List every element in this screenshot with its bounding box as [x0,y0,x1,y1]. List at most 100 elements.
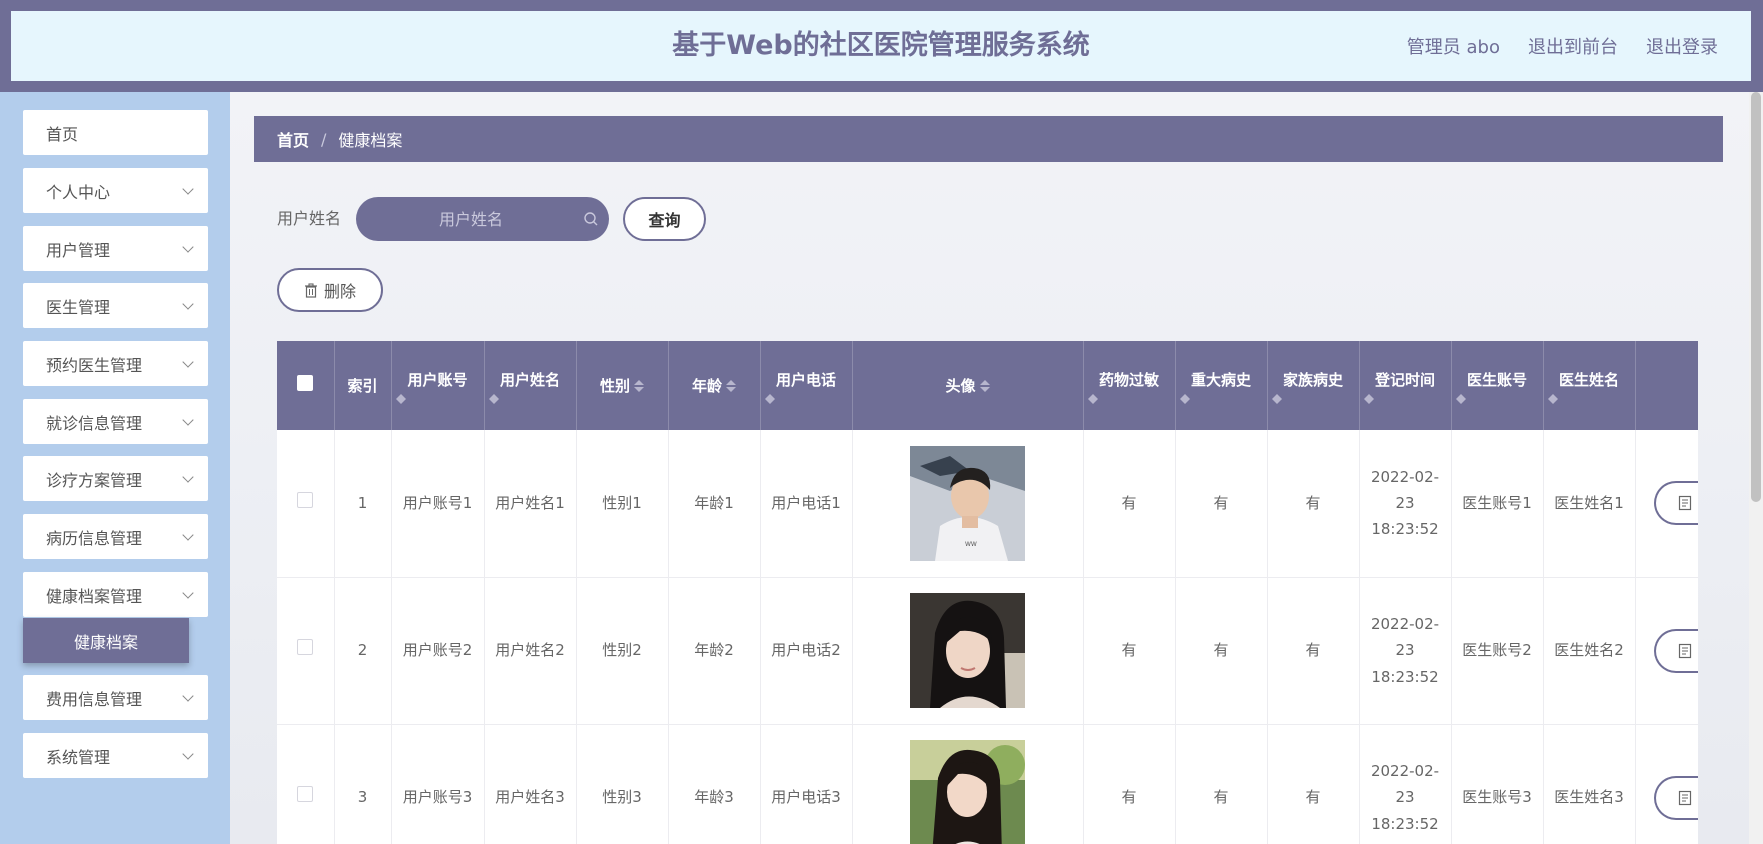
column-header-register-time[interactable]: 登记时间 [1359,341,1452,430]
cell-allergy: 有 [1083,724,1176,844]
sort-icon[interactable] [1271,393,1355,404]
cell-actions [1635,430,1698,578]
sidebar-item-system-management[interactable]: 系统管理 [23,733,208,778]
sidebar-item-medical-record-management[interactable]: 病历信息管理 [23,514,208,559]
row-checkbox[interactable] [297,786,314,803]
chevron-down-icon [182,297,194,310]
cell-doctor-name: 医生姓名3 [1543,724,1636,844]
sort-icon[interactable] [634,380,644,392]
sidebar-item-doctor-management[interactable]: 医生管理 [23,283,208,328]
query-button[interactable]: 查询 [623,197,706,241]
sidebar-item-label: 诊疗方案管理 [46,470,143,490]
sidebar-item-home[interactable]: 首页 [23,110,208,155]
sort-icon[interactable] [726,380,736,392]
column-header-label: 家族病史 [1282,370,1343,389]
trash-icon [304,282,317,298]
column-header-label: 医生姓名 [1558,370,1619,389]
column-header-allergy[interactable]: 药物过敏 [1083,341,1176,430]
select-all-checkbox[interactable] [297,374,314,391]
sidebar-item-fee-management[interactable]: 费用信息管理 [23,675,208,720]
column-header-avatar[interactable]: 头像 [852,341,1084,430]
cell-doctor-name: 医生姓名1 [1543,430,1636,578]
cell-account: 用户账号2 [391,577,485,725]
sort-icon[interactable] [1179,393,1263,404]
detail-button[interactable] [1653,628,1698,673]
breadcrumb-home[interactable]: 首页 [277,127,309,151]
sort-icon[interactable] [979,380,990,392]
sidebar-item-appointment-management[interactable]: 预约医生管理 [23,341,208,386]
header: 基于Web的社区医院管理服务系统 管理员 abo 退出到前台 退出登录 [11,11,1751,81]
cell-age: 年龄2 [668,577,761,725]
sidebar-item-health-record-management[interactable]: 健康档案管理 [23,572,208,617]
column-header-label: 医生账号 [1466,370,1527,389]
cell-major-history: 有 [1175,430,1268,578]
logout-link[interactable]: 退出登录 [1646,33,1718,59]
header-links: 管理员 abo 退出到前台 退出登录 [1407,11,1718,81]
select-all-cell [277,341,335,430]
row-select-cell [277,724,335,844]
column-header-doctor-account[interactable]: 医生账号 [1451,341,1544,430]
sidebar-item-user-management[interactable]: 用户管理 [23,226,208,271]
column-header-label: 性别 [599,376,630,395]
row-checkbox[interactable] [297,639,314,656]
column-header-gender[interactable]: 性别 [576,341,669,430]
search-input[interactable] [356,197,566,241]
cell-age: 年龄1 [668,430,761,578]
cell-doctor-account: 医生账号3 [1451,724,1544,844]
sort-icon[interactable] [1455,393,1539,404]
health-record-table: 索引 用户账号 用户姓名 性别 年龄 用户电话 头像 药物过敏 重大病史 家族病… [277,341,1698,844]
cell-index: 2 [334,577,392,725]
sidebar-item-label: 预约医生管理 [46,355,143,375]
column-header-doctor-name[interactable]: 医生姓名 [1543,341,1636,430]
chevron-down-icon [182,182,194,195]
column-header-account[interactable]: 用户账号 [391,341,485,430]
sort-icon[interactable] [764,393,848,404]
cell-allergy: 有 [1083,577,1176,725]
avatar[interactable] [910,593,1025,708]
avatar[interactable] [910,740,1025,844]
cell-index: 1 [334,430,392,578]
column-header-family-history[interactable]: 家族病史 [1267,341,1360,430]
cell-allergy: 有 [1083,430,1176,578]
chevron-down-icon [182,470,194,483]
document-icon [1678,643,1691,658]
admin-label[interactable]: 管理员 abo [1407,33,1500,59]
sort-icon[interactable] [1087,393,1171,404]
row-checkbox[interactable] [297,492,314,509]
cell-family-history: 有 [1267,430,1360,578]
sort-icon[interactable] [1547,393,1631,404]
column-header-name[interactable]: 用户姓名 [484,341,577,430]
cell-account: 用户账号3 [391,724,485,844]
column-header-major-history[interactable]: 重大病史 [1175,341,1268,430]
chevron-down-icon [182,747,194,760]
column-header-age[interactable]: 年龄 [668,341,761,430]
detail-button[interactable] [1653,481,1698,526]
sidebar-item-visit-management[interactable]: 就诊信息管理 [23,399,208,444]
sidebar-item-label: 费用信息管理 [46,689,143,709]
vertical-scrollbar[interactable] [1749,92,1763,844]
column-header-label: 年龄 [691,376,722,395]
sort-icon[interactable] [1363,393,1447,404]
sidebar-subitem-health-record[interactable]: 健康档案 [23,618,189,663]
cell-family-history: 有 [1267,577,1360,725]
detail-button[interactable] [1653,775,1698,820]
sidebar-item-treatment-plan-management[interactable]: 诊疗方案管理 [23,456,208,501]
scrollbar-thumb[interactable] [1751,92,1761,502]
cell-age: 年龄3 [668,724,761,844]
sidebar-item-personal-center[interactable]: 个人中心 [23,168,208,213]
back-to-front-link[interactable]: 退出到前台 [1528,33,1618,59]
breadcrumb-current: 健康档案 [338,131,403,150]
sort-icon[interactable] [488,393,572,404]
column-header-phone[interactable]: 用户电话 [760,341,853,430]
cell-major-history: 有 [1175,577,1268,725]
cell-actions [1635,724,1698,844]
document-icon [1678,790,1691,805]
cell-account: 用户账号1 [391,430,485,578]
chevron-down-icon [182,240,194,253]
cell-phone: 用户电话3 [760,724,853,844]
sort-icon[interactable] [395,393,480,404]
avatar[interactable]: WW [910,445,1025,561]
cell-avatar [852,724,1084,844]
delete-button[interactable]: 删除 [277,268,383,312]
cell-phone: 用户电话1 [760,430,853,578]
